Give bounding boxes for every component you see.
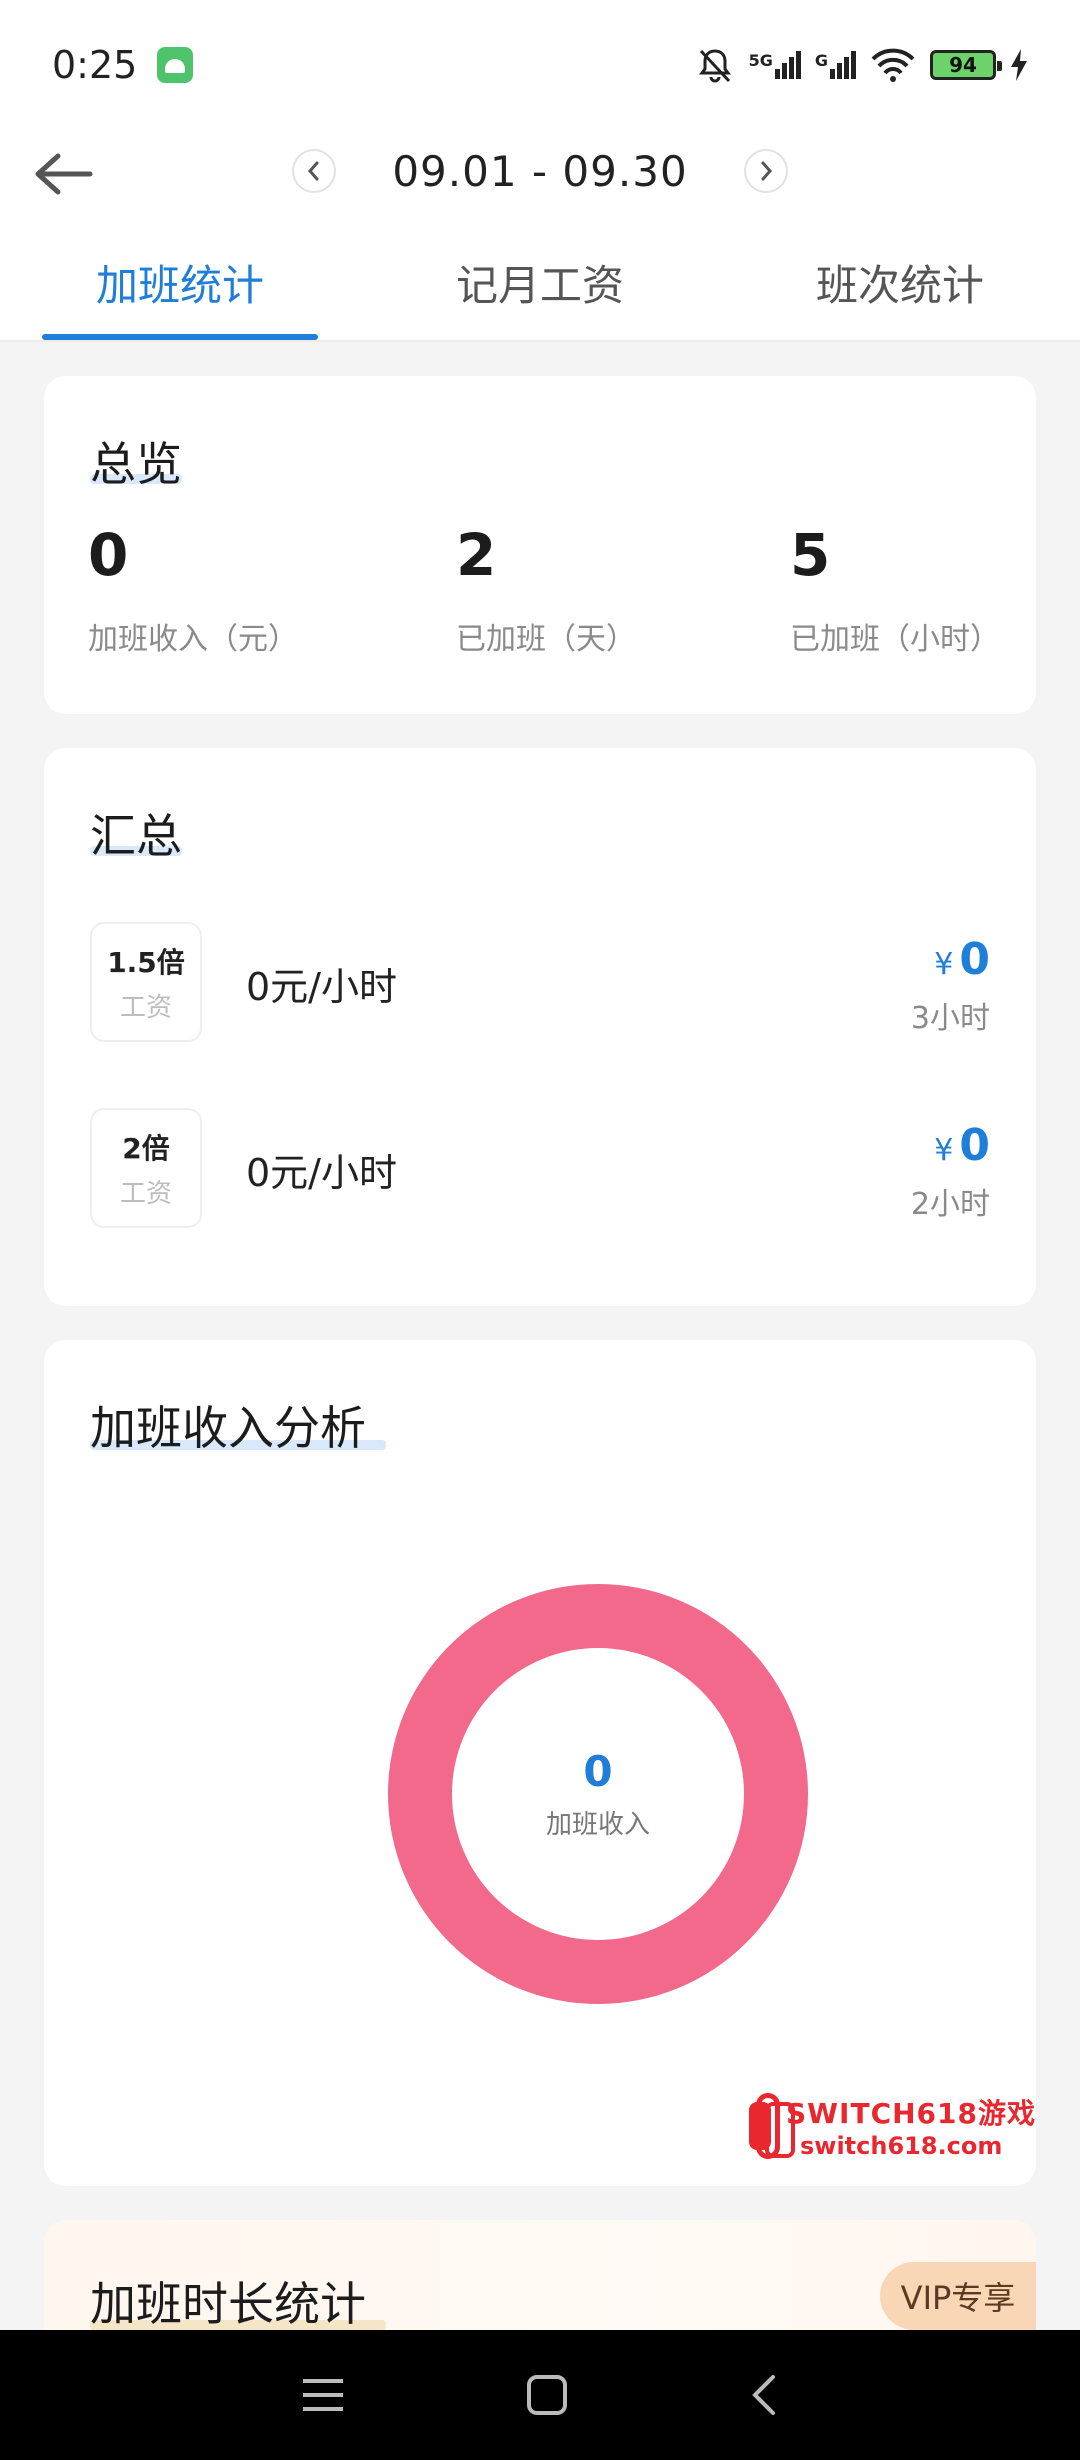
- android-icon: [157, 47, 194, 83]
- stat-label: 已加班（天）: [456, 622, 636, 657]
- summary-row: 2倍 工资 0元/小时 ¥0 2小时: [90, 1108, 990, 1228]
- currency-symbol: ¥: [934, 947, 954, 982]
- watermark-line1: SWITCH618游戏: [786, 2097, 1036, 2130]
- amount-block: ¥0 2小时: [911, 1120, 990, 1223]
- watermark: SWITCH618游戏 switch618.com: [749, 2088, 1036, 2164]
- system-nav-bar: [0, 2330, 1080, 2460]
- signal-5g-label: 5G: [748, 51, 773, 70]
- overview-card: 总览 0 加班收入（元） 2 已加班（天） 5 已加班（小时）: [44, 376, 1036, 714]
- multiplier-sub: 工资: [119, 1178, 172, 1209]
- stat-label: 已加班（小时）: [790, 622, 1000, 657]
- duration-title: 加班时长统计: [90, 2277, 366, 2330]
- next-month-button[interactable]: [743, 149, 788, 193]
- summary-row: 1.5倍 工资 0元/小时 ¥0 3小时: [90, 922, 990, 1042]
- analysis-title: 加班收入分析: [90, 1401, 366, 1455]
- battery-icon: 94: [930, 50, 1002, 80]
- multiplier-sub: 工资: [119, 992, 172, 1023]
- summary-card: 汇总 1.5倍 工资 0元/小时 ¥0 3小时 2倍 工资 0元/小时 ¥0 2…: [44, 748, 1036, 1306]
- stat-value: 5: [790, 521, 831, 589]
- multiplier-value: 2倍: [122, 1131, 170, 1165]
- status-time: 0:25: [52, 43, 138, 87]
- vip-badge[interactable]: VIP专享: [880, 2262, 1036, 2330]
- multiplier-value: 1.5倍: [107, 945, 185, 979]
- chevron-left-icon: [308, 161, 319, 181]
- date-navigator: 09.01 - 09.30: [0, 130, 1080, 212]
- income-donut-chart: 0 加班收入: [388, 1584, 808, 2004]
- stat-label: 加班收入（元）: [88, 622, 298, 657]
- header: 09.01 - 09.30 加班统计 记月工资 班次统计: [0, 130, 1080, 342]
- amount: ¥0: [911, 934, 990, 985]
- donut-label: 加班收入: [545, 1810, 650, 1840]
- watermark-line2: switch618.com: [800, 2132, 1003, 2160]
- status-icons: 5G G 94: [695, 45, 1028, 85]
- summary-title: 汇总: [90, 809, 182, 863]
- wifi-icon: [871, 48, 915, 82]
- status-bar: 0:25 5G G 94: [0, 0, 1080, 130]
- hours: 3小时: [910, 1001, 990, 1036]
- date-range: 09.01 - 09.30: [392, 146, 688, 196]
- switch-logo-icon: [749, 2093, 795, 2159]
- amount-value: 0: [959, 1120, 990, 1171]
- donut-value: 0: [583, 1747, 613, 1796]
- overview-title: 总览: [90, 437, 182, 491]
- stat-value: 0: [88, 521, 129, 589]
- back-nav-icon[interactable]: [749, 2373, 779, 2417]
- tab-monthly-salary[interactable]: 记月工资: [360, 240, 720, 340]
- hourly-rate: 0元/小时: [246, 965, 397, 1009]
- amount: ¥0: [911, 1120, 990, 1171]
- menu-icon[interactable]: [301, 2375, 345, 2415]
- mute-bell-icon: [698, 49, 731, 83]
- stat-overtime-income: 0 加班收入（元）: [88, 526, 298, 658]
- signal-5g-icon: 5G: [749, 51, 801, 79]
- watermark-text: SWITCH618游戏 switch618.com: [786, 2092, 1036, 2160]
- stat-value: 2: [456, 521, 497, 589]
- currency-symbol: ¥: [934, 1133, 954, 1168]
- signal-g-icon: G: [815, 51, 856, 79]
- chevron-right-icon: [761, 161, 772, 181]
- amount-block: ¥0 3小时: [911, 934, 990, 1037]
- income-analysis-card: 加班收入分析 0 加班收入 SWITCH618游戏 switch618.com: [44, 1340, 1036, 2186]
- stat-overtime-days: 2 已加班（天）: [456, 526, 636, 658]
- hourly-rate: 0元/小时: [246, 1151, 397, 1195]
- tab-overtime-stats[interactable]: 加班统计: [0, 240, 360, 340]
- prev-month-button[interactable]: [292, 149, 337, 193]
- signal-g-label: G: [814, 51, 828, 70]
- tab-bar: 加班统计 记月工资 班次统计: [0, 240, 1080, 340]
- amount-value: 0: [959, 934, 990, 985]
- home-icon[interactable]: [525, 2373, 569, 2417]
- charging-icon: [1011, 49, 1027, 81]
- duration-stats-card: 加班时长统计 VIP专享: [44, 2220, 1036, 2330]
- multiplier-badge: 2倍 工资: [90, 1108, 202, 1228]
- hours: 2小时: [910, 1187, 990, 1222]
- donut-center: 0 加班收入: [452, 1648, 744, 1940]
- multiplier-badge: 1.5倍 工资: [90, 922, 202, 1042]
- tab-shift-stats[interactable]: 班次统计: [720, 240, 1080, 340]
- stat-overtime-hours: 5 已加班（小时）: [790, 526, 1000, 658]
